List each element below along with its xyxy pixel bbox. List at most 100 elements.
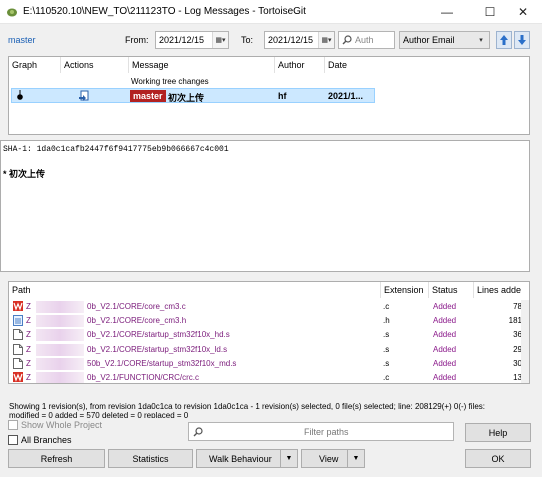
source-file-icon: [13, 372, 23, 383]
statistics-button[interactable]: Statistics: [108, 449, 193, 468]
table-row[interactable]: master 初次上传 hf 2021/1...: [11, 88, 375, 103]
column-graph[interactable]: Graph: [9, 57, 61, 73]
status-line-2: modified = 0 added = 570 deleted = 0 rep…: [9, 412, 189, 418]
close-button[interactable]: ✕: [504, 0, 542, 24]
view-label: View: [319, 453, 339, 464]
calendar-dropdown-icon[interactable]: ▦▾: [318, 32, 334, 48]
refresh-button[interactable]: Refresh: [8, 449, 105, 468]
commit-details[interactable]: SHA-1: 1da0c1cafb2447f6f9417775eb9b06666…: [0, 140, 530, 272]
arrow-up-icon: [500, 35, 508, 45]
file-status: Added: [433, 358, 457, 368]
search-input[interactable]: Auth: [338, 31, 395, 49]
file-status: Added: [433, 302, 457, 311]
source-file-icon: [13, 301, 23, 312]
all-branches-label: All Branches: [21, 435, 72, 445]
filter-paths-input[interactable]: Filter paths: [188, 422, 454, 441]
file-path-prefix: Z: [26, 344, 31, 354]
from-label: From:: [125, 35, 149, 45]
column-lines-added[interactable]: Lines adde: [474, 282, 529, 298]
redacted-path-segment: [36, 329, 84, 342]
file-lines-added: 30: [513, 358, 522, 368]
to-date-picker[interactable]: 2021/12/15 ▦▾: [264, 31, 335, 49]
file-path-prefix: Z: [26, 302, 31, 311]
file-extension: .s: [383, 330, 390, 340]
from-date-picker[interactable]: 2021/12/15 ▦▾: [155, 31, 229, 49]
column-status[interactable]: Status: [429, 282, 474, 298]
search-icon: [342, 35, 352, 45]
show-whole-project-label: Show Whole Project: [21, 420, 103, 430]
header-file-icon: [13, 315, 23, 327]
file-lines-added: 13: [513, 373, 522, 382]
branch-link[interactable]: master: [8, 35, 36, 45]
file-lines-added: 36: [513, 330, 522, 340]
file-path: 0b_V2.1/CORE/core_cm3.h: [87, 316, 187, 326]
help-button[interactable]: Help: [465, 423, 531, 442]
table-row[interactable]: Z 0b_V2.1/CORE/core_cm3.h .h Added 181: [9, 314, 529, 328]
view-button[interactable]: View ▼: [301, 449, 365, 468]
file-path: 0b_V2.1/FUNCTION/CRC/crc.c: [87, 373, 200, 382]
from-date-value: 2021/12/15: [159, 35, 205, 45]
file-path-prefix: Z: [26, 373, 31, 382]
commit-sha: SHA-1: 1da0c1cafb2447f6f9417775eb9b06666…: [3, 145, 229, 154]
file-status: Added: [433, 316, 457, 326]
file-status: Added: [433, 373, 457, 382]
to-label: To:: [241, 35, 254, 45]
search-icon: [193, 427, 203, 437]
commit-body: * 初次上传: [3, 169, 46, 179]
table-row[interactable]: Z 0b_V2.1/CORE/startup_stm32f10x_hd.s .s Ad…: [9, 328, 529, 342]
commit-date: 2021/1...: [328, 91, 364, 101]
file-path: 0b_V2.1/CORE/core_cm3.c: [87, 302, 186, 311]
vertical-scrollbar[interactable]: [521, 300, 529, 383]
window-title: E:\110520.10\NEW_TO\211123TO - Log Messa…: [23, 6, 306, 17]
chevron-down-icon[interactable]: ▼: [347, 450, 364, 467]
search-field-select[interactable]: Author Email ▾: [399, 31, 490, 49]
ok-button[interactable]: OK: [465, 449, 531, 468]
previous-button[interactable]: [496, 31, 512, 49]
chevron-down-icon: ▾: [473, 32, 489, 48]
to-date-value: 2021/12/15: [268, 35, 314, 45]
table-row[interactable]: Z 50b_V2.1/CORE/startup_stm32f10x_md.s .s A…: [9, 357, 529, 371]
show-whole-project-checkbox[interactable]: [8, 420, 18, 430]
file-extension: .h: [383, 316, 390, 326]
column-extension[interactable]: Extension: [381, 282, 429, 298]
arrow-down-icon: [518, 35, 526, 45]
file-path-prefix: Z: [26, 358, 31, 368]
file-extension: .s: [383, 358, 390, 368]
commit-message: 初次上传: [168, 93, 205, 103]
working-tree-row[interactable]: Working tree changes: [131, 77, 209, 86]
file-extension: .c: [383, 302, 390, 311]
column-path[interactable]: Path: [9, 282, 381, 298]
chevron-down-icon[interactable]: ▼: [280, 450, 297, 467]
file-lines-added: 181: [508, 316, 522, 326]
file-extension: .s: [383, 344, 390, 354]
file-path: 0b_V2.1/CORE/startup_stm32f10x_ld.s: [87, 344, 228, 354]
walk-behaviour-button[interactable]: Walk Behaviour ▼: [196, 449, 298, 468]
calendar-dropdown-icon[interactable]: ▦▾: [212, 32, 228, 48]
next-button[interactable]: [514, 31, 530, 49]
redacted-path-segment: [36, 372, 84, 383]
column-author[interactable]: Author: [275, 57, 325, 73]
column-message[interactable]: Message: [129, 57, 275, 73]
commit-action-icon: [79, 90, 89, 101]
table-row[interactable]: Z 0b_V2.1/FUNCTION/CRC/crc.c .c Added 13: [9, 371, 529, 383]
status-line-1: Showing 1 revision(s), from revision 1da…: [9, 402, 485, 411]
file-path: 50b_V2.1/CORE/startup_stm32f10x_md.s: [87, 358, 237, 368]
table-row[interactable]: Z 0b_V2.1/CORE/startup_stm32f10x_ld.s .s Ad…: [9, 343, 529, 357]
file-path: 0b_V2.1/CORE/startup_stm32f10x_hd.s: [87, 330, 230, 340]
file-icon: [13, 343, 23, 355]
minimize-button[interactable]: —: [428, 0, 466, 24]
redacted-path-segment: [36, 357, 84, 370]
log-list[interactable]: Graph Actions Message Author Date Workin…: [8, 56, 530, 135]
all-branches-checkbox[interactable]: [8, 435, 18, 445]
table-row[interactable]: Z 0b_V2.1/CORE/core_cm3.c .c Added 78: [9, 300, 529, 314]
column-date[interactable]: Date: [325, 57, 375, 73]
file-icon: [13, 329, 23, 341]
changed-files-list[interactable]: Path Extension Status Lines adde Z 0b_V2.…: [8, 281, 530, 384]
file-path-prefix: Z: [26, 330, 31, 340]
file-icon: [13, 357, 23, 369]
search-field-value: Author Email: [403, 35, 455, 45]
commit-author: hf: [278, 91, 287, 101]
column-actions[interactable]: Actions: [61, 57, 129, 73]
branch-badge: master: [130, 90, 166, 102]
file-lines-added: 29: [513, 344, 522, 354]
